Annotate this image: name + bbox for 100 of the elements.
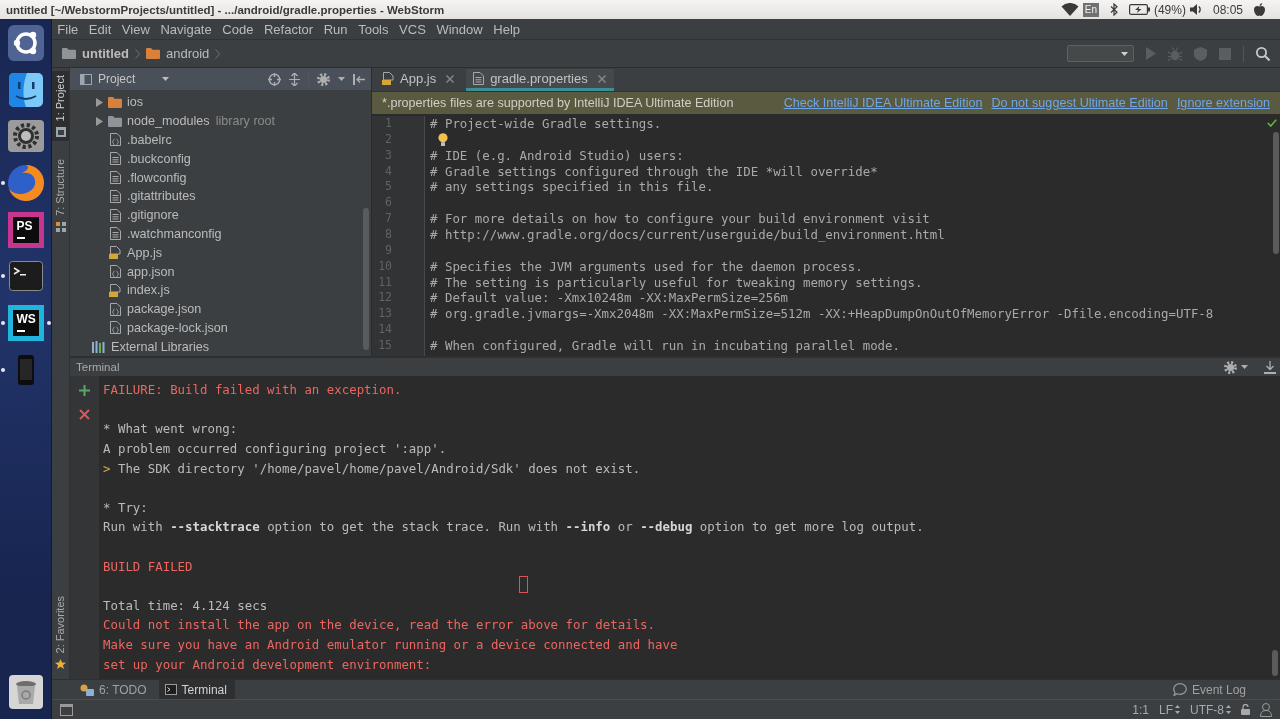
tree-item[interactable]: node_modules library root	[70, 111, 371, 131]
settings-icon[interactable]	[1224, 360, 1237, 374]
tool-window-tab[interactable]: 2: Favorites	[52, 591, 69, 673]
launcher-button[interactable]	[8, 675, 43, 709]
menu-item[interactable]: File	[52, 19, 84, 39]
tree-item[interactable]: ios	[70, 93, 371, 112]
menu-item[interactable]: Help	[488, 19, 526, 39]
menu-item[interactable]: View	[116, 19, 156, 39]
text-file-icon	[109, 171, 121, 185]
tree-item[interactable]: App.js	[70, 243, 371, 263]
code-line: # IDE (e.g. Android Studio) users:	[430, 147, 684, 164]
config-file-icon	[109, 133, 121, 147]
launcher-button[interactable]	[7, 25, 44, 61]
close-icon[interactable]	[597, 74, 606, 83]
code-line: # The setting is particularly useful for tweaking memory settings.	[430, 274, 923, 291]
todo-icon	[80, 683, 94, 696]
wifi-icon[interactable]	[1060, 3, 1079, 16]
output-marker: >	[103, 460, 111, 476]
menu-item[interactable]: Navigate	[155, 19, 217, 39]
bluetooth-icon[interactable]	[1109, 3, 1118, 16]
hide-panel-icon[interactable]	[353, 73, 365, 85]
editor-tab[interactable]: gradle.properties	[466, 69, 614, 91]
scrollbar[interactable]	[363, 208, 369, 350]
app-tile[interactable]: PS	[7, 211, 44, 248]
terminal-cursor	[519, 576, 528, 593]
new-session-button[interactable]	[79, 385, 90, 396]
clock[interactable]: 08:05	[1212, 2, 1243, 17]
settings-icon[interactable]	[317, 72, 330, 86]
project-view-icon	[80, 73, 92, 85]
crosshair-icon[interactable]	[268, 72, 281, 86]
check-icon	[1267, 119, 1277, 127]
tree-item[interactable]: .gitattributes	[70, 187, 371, 206]
plus-icon	[79, 385, 90, 396]
expand-arrow-icon[interactable]	[95, 97, 103, 107]
event-log-button[interactable]: Event Log	[1166, 680, 1254, 699]
menu-item[interactable]: Refactor	[258, 19, 319, 39]
expand-arrow-icon[interactable]	[95, 116, 103, 126]
breadcrumb[interactable]: untitled	[62, 46, 129, 61]
up-down-arrows-icon	[1226, 705, 1231, 714]
panel-title: Terminal	[76, 361, 121, 373]
window-title: untitled [~/WebstormProjects/untitled] - .../android/gradle.properties - WebStorm	[6, 3, 446, 16]
code-line: # org.gradle.jvmargs=-Xmx2048m -XX:MaxPermSize=512m -XX:+HeapDumpOnOutOfMemoryError -Dfile.encoding=UTF-8	[430, 306, 1214, 323]
keyboard-layout-indicator[interactable]: En	[1082, 2, 1099, 17]
menu-item[interactable]: Tools	[352, 19, 394, 39]
search-icon[interactable]	[1256, 46, 1270, 61]
editor-tab[interactable]: App.js	[375, 69, 463, 91]
scrollbar[interactable]	[1272, 650, 1278, 676]
close-session-button[interactable]	[79, 409, 90, 420]
scrollbar[interactable]	[1273, 132, 1279, 254]
terminal-line: Total time: 4.124 secs	[103, 597, 268, 613]
tree-item[interactable]: app.json	[70, 262, 371, 281]
notification-link[interactable]: Ignore extension	[1176, 96, 1270, 110]
tree-item[interactable]: .watchmanconfig	[70, 224, 371, 244]
tool-window-tab[interactable]: 6: TODO	[74, 680, 155, 699]
lock-icon[interactable]	[1241, 704, 1250, 715]
tree-item[interactable]: .buckconfig	[70, 149, 371, 169]
minimize-icon[interactable]	[1264, 360, 1276, 374]
menu-item[interactable]: Code	[217, 19, 259, 39]
caret-icon	[338, 77, 345, 81]
tree-item[interactable]: .flowconfig	[70, 168, 371, 187]
config-file-icon	[109, 321, 121, 335]
close-icon[interactable]	[446, 74, 455, 83]
window-icon[interactable]	[60, 703, 73, 716]
lightbulb-icon[interactable]	[438, 133, 448, 147]
terminal-line: Make sure you have an Android emulator running or a device connected and have	[103, 637, 678, 652]
tree-item[interactable]: .babelrc	[70, 130, 371, 150]
tool-window-tab[interactable]: Terminal	[158, 680, 235, 699]
encoding-selector[interactable]: UTF-8	[1190, 702, 1231, 717]
js-file-icon	[109, 283, 121, 297]
text-file-icon	[109, 227, 121, 241]
battery-icon[interactable]	[1128, 4, 1150, 15]
breadcrumb[interactable]: android	[145, 46, 210, 61]
menu-item[interactable]: Run	[318, 19, 353, 39]
menu-item[interactable]: Edit	[83, 19, 117, 39]
circle-logo-icon	[7, 25, 44, 61]
tree-item[interactable]: External Libraries	[70, 337, 371, 357]
launcher-button[interactable]	[7, 120, 44, 153]
text-file-icon	[109, 208, 121, 222]
tool-window-tab[interactable]: 7: Structure	[52, 155, 69, 237]
tree-item[interactable]: package.json	[70, 299, 371, 319]
launcher-button[interactable]	[8, 72, 43, 107]
code-line: # Specifies the JVM arguments used for the daemon process.	[430, 258, 863, 275]
app-tile[interactable]: WS	[7, 305, 44, 342]
code-line: # Default value: -Xmx10248m -XX:MaxPermSize=256m	[430, 290, 789, 307]
menu-item[interactable]: VCS	[393, 19, 432, 39]
menu-item[interactable]: Window	[431, 19, 488, 39]
battery-percentage: (49%)	[1153, 2, 1186, 17]
line-separator-selector[interactable]: LF	[1159, 702, 1180, 717]
terminal-line: A problem occurred configuring project ':app'.	[103, 441, 447, 457]
tree-item[interactable]: index.js	[70, 280, 371, 300]
apple-icon[interactable]	[1254, 3, 1265, 16]
tree-item[interactable]: package-lock.json	[70, 318, 371, 338]
tree-item[interactable]: .gitignore	[70, 205, 371, 225]
person-icon[interactable]	[1260, 702, 1272, 717]
expand-collapse-icon[interactable]	[289, 72, 300, 86]
code-line: # any settings specified in this file.	[430, 179, 714, 196]
caret-position[interactable]: 1:1	[1132, 702, 1149, 717]
config-file-icon	[109, 265, 121, 279]
volume-icon[interactable]	[1189, 4, 1202, 15]
tool-window-tab[interactable]: 1: Project	[52, 71, 69, 142]
